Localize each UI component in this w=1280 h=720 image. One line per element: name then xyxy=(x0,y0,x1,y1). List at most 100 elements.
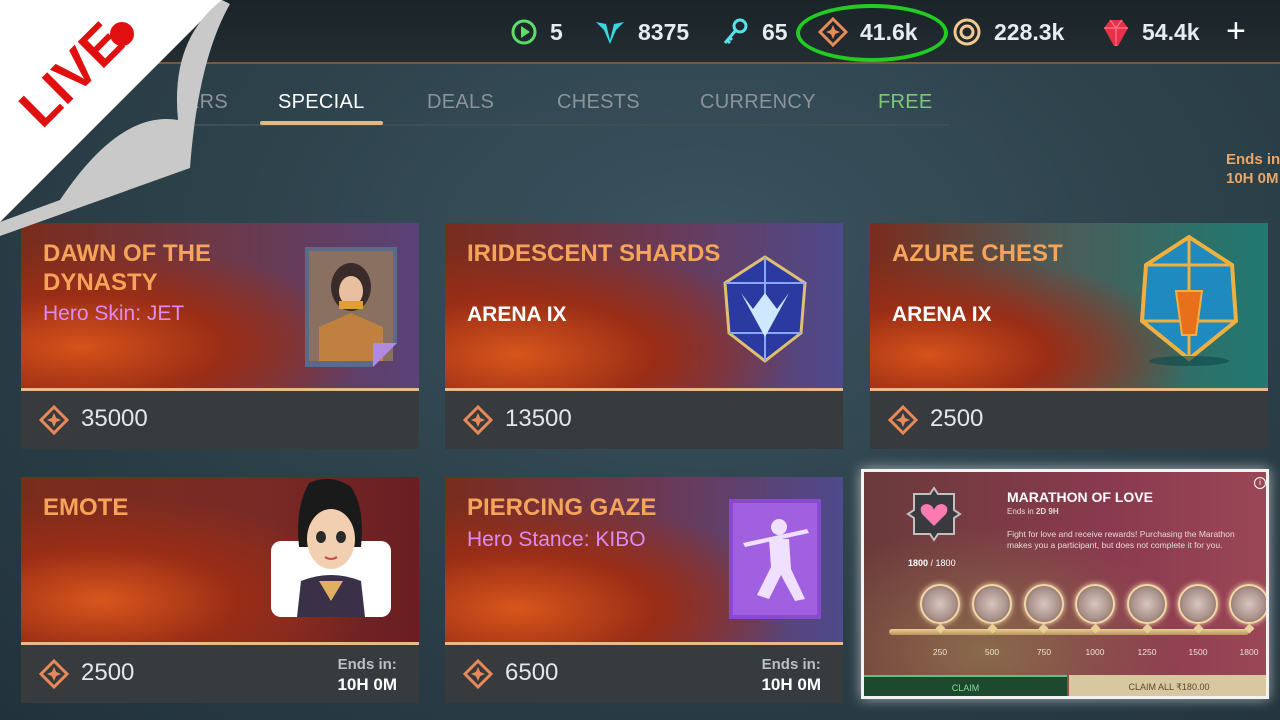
card-banner: AZURE CHEST ARENA IX xyxy=(870,223,1268,388)
gem-diamond-icon xyxy=(463,659,493,689)
claim-all-button[interactable]: CLAIM ALL ₹180.00 xyxy=(1069,675,1266,696)
milestone-label: 1800 xyxy=(1239,647,1259,657)
reward-node-card[interactable] xyxy=(1229,584,1266,624)
crystal-counter[interactable]: 54.4k xyxy=(1102,14,1200,50)
milestone-label: 250 xyxy=(932,647,948,657)
card-subtitle: Hero Skin: JET xyxy=(43,302,185,325)
card-banner: IRIDESCENT SHARDS ARENA IX xyxy=(445,223,843,388)
hero-stance-card-icon xyxy=(729,499,821,619)
marathon-progress: 1800 / 1800 xyxy=(908,558,956,568)
marathon-timer-value: 2D 9H xyxy=(1035,507,1059,516)
card-banner: DAWN OF THE DYNASTY Hero Skin: JET xyxy=(21,223,419,388)
hero-skin-card-icon xyxy=(305,247,397,367)
tab-special[interactable]: SPECIAL xyxy=(278,91,365,114)
milestone-label: 750 xyxy=(1036,647,1052,657)
offer-card-dawn-of-the-dynasty[interactable]: DAWN OF THE DYNASTY Hero Skin: JET 35000 xyxy=(21,223,419,449)
card-price: 35000 xyxy=(81,405,148,432)
marathon-of-love-panel[interactable]: 1800 / 1800 MARATHON OF LOVE Ends in 2D … xyxy=(861,469,1269,699)
card-price: 2500 xyxy=(930,405,984,432)
reward-node-coins[interactable] xyxy=(1178,584,1218,624)
heart-emblem-icon xyxy=(906,486,962,542)
trophy-wings-icon xyxy=(596,22,624,44)
card-subtitle: ARENA IX xyxy=(467,303,567,326)
energy-value: 5 xyxy=(550,18,563,45)
key-icon xyxy=(723,18,748,45)
card-price: 2500 xyxy=(81,659,135,686)
card-price: 6500 xyxy=(505,659,559,686)
add-currency-button[interactable]: + xyxy=(1226,14,1246,48)
card-title: AZURE CHEST xyxy=(892,240,1063,267)
offer-card-iridescent-shards[interactable]: IRIDESCENT SHARDS ARENA IX 13500 xyxy=(445,223,843,449)
coin-counter[interactable]: 228.3k xyxy=(952,14,1064,50)
marathon-description: Fight for love and receive rewards! Purc… xyxy=(1007,529,1235,550)
crystal-value: 54.4k xyxy=(1142,18,1200,45)
card-price-bar: 13500 xyxy=(445,391,843,449)
azure-chest-icon xyxy=(1139,235,1239,366)
card-title: DAWN OF THE DYNASTY xyxy=(43,240,211,296)
reward-node-coins[interactable] xyxy=(1075,584,1115,624)
tab-currency[interactable]: CURRENCY xyxy=(700,91,816,114)
card-timer: Ends in: 10H 0M xyxy=(337,655,397,695)
marathon-progress-value: 1800 xyxy=(908,558,929,568)
card-banner: PIERCING GAZE Hero Stance: KIBO xyxy=(445,477,843,642)
live-dot-icon xyxy=(110,22,134,46)
play-circle-icon xyxy=(511,19,537,45)
highlight-circle xyxy=(796,4,948,62)
info-icon[interactable]: i xyxy=(1254,477,1266,489)
card-price-bar: 35000 xyxy=(21,391,419,449)
card-price: 13500 xyxy=(505,405,572,432)
card-title: EMOTE xyxy=(43,494,129,521)
marathon-title: MARATHON OF LOVE xyxy=(1007,489,1153,505)
tab-chests[interactable]: CHESTS xyxy=(557,91,640,114)
card-timer-label: Ends in: xyxy=(337,656,397,673)
milestone-label: 1000 xyxy=(1085,647,1105,657)
card-timer-value: 10H 0M xyxy=(337,675,397,694)
tab-free[interactable]: FREE xyxy=(878,91,933,114)
gem-diamond-icon xyxy=(463,405,493,435)
reward-node-card[interactable] xyxy=(1024,584,1064,624)
section-timer: Ends in 10H 0M xyxy=(1226,150,1280,188)
offer-card-piercing-gaze[interactable]: PIERCING GAZE Hero Stance: KIBO 6500 End… xyxy=(445,477,843,703)
marathon-progress-max: / 1800 xyxy=(930,558,956,568)
card-banner: EMOTE xyxy=(21,477,419,642)
energy-counter[interactable]: 5 xyxy=(510,14,563,50)
coin-value: 228.3k xyxy=(994,18,1065,45)
trophy-counter[interactable]: 8375 xyxy=(594,14,689,50)
emote-portrait-icon xyxy=(271,478,391,617)
gem-diamond-icon xyxy=(888,405,918,435)
live-stream-badge: LIVE xyxy=(0,0,230,236)
red-crystal-icon xyxy=(1104,19,1128,46)
gem-diamond-icon xyxy=(39,659,69,689)
milestone-label: 1250 xyxy=(1137,647,1157,657)
card-price-bar: 2500 xyxy=(870,391,1268,449)
claim-button[interactable]: CLAIM xyxy=(864,675,1067,696)
tab-deals[interactable]: DEALS xyxy=(427,91,494,114)
marathon-timer-label: Ends in xyxy=(1007,507,1034,516)
card-price-bar: 2500 Ends in: 10H 0M xyxy=(21,645,419,703)
reward-node-shard[interactable] xyxy=(1127,584,1167,624)
timer-label: Ends in xyxy=(1226,151,1280,168)
card-timer-label: Ends in: xyxy=(761,656,821,673)
card-timer: Ends in: 10H 0M xyxy=(761,655,821,695)
milestone-label: 500 xyxy=(984,647,1000,657)
card-timer-value: 10H 0M xyxy=(761,675,821,694)
card-subtitle: Hero Stance: KIBO xyxy=(467,528,646,551)
active-tab-underline xyxy=(260,121,383,125)
card-title: IRIDESCENT SHARDS xyxy=(467,240,721,267)
card-title: PIERCING GAZE xyxy=(467,494,657,521)
card-subtitle: ARENA IX xyxy=(892,303,992,326)
gem-diamond-icon xyxy=(39,405,69,435)
key-counter[interactable]: 65 xyxy=(720,14,788,50)
reward-node-shard[interactable] xyxy=(972,584,1012,624)
trophy-value: 8375 xyxy=(638,18,690,45)
offer-card-azure-chest[interactable]: AZURE CHEST ARENA IX 2500 xyxy=(870,223,1268,449)
reward-node-coins[interactable] xyxy=(920,584,960,624)
coin-icon xyxy=(953,18,981,46)
milestone-label: 1500 xyxy=(1188,647,1208,657)
card-price-bar: 6500 Ends in: 10H 0M xyxy=(445,645,843,703)
timer-value: 10H 0M xyxy=(1226,170,1279,187)
marathon-timer: Ends in 2D 9H xyxy=(1007,507,1059,516)
offer-card-emote[interactable]: EMOTE 2500 Ends in: 10H 0M xyxy=(21,477,419,703)
crystal-shards-icon xyxy=(723,255,807,363)
key-value: 65 xyxy=(762,18,788,45)
